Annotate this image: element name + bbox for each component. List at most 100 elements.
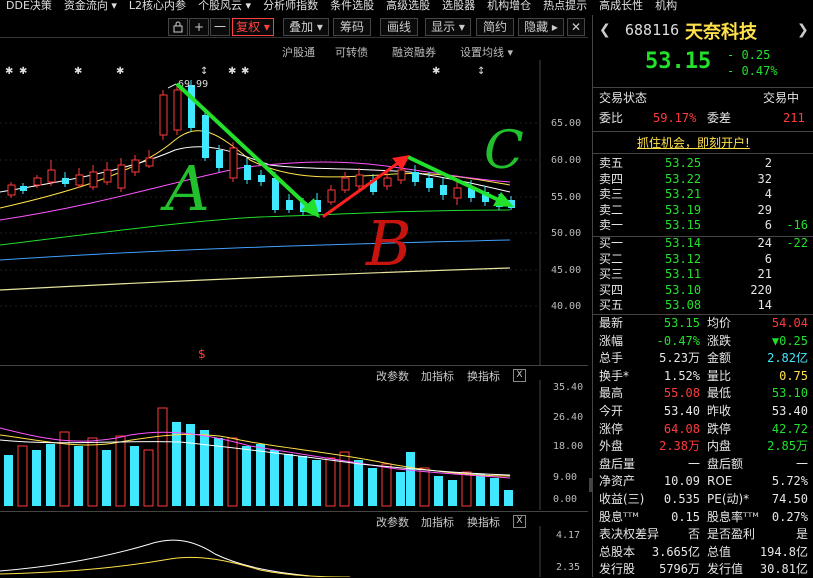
level-volume: 24 [757, 236, 772, 250]
candle-body [20, 186, 27, 191]
menu-item[interactable]: 高成长性 [593, 0, 649, 14]
hgt-link[interactable]: 沪股通 [282, 44, 315, 60]
draw-line-button[interactable]: 画线 [380, 18, 418, 36]
stat-row: 总股本 3.665亿 总值 194.8亿 [593, 544, 813, 561]
menu-item[interactable]: 选股器 [436, 0, 481, 14]
event-marker-icon: ↕ [477, 66, 485, 77]
candle-body [159, 94, 168, 136]
overlay-dropdown[interactable]: 叠加 ▾ [283, 18, 329, 36]
volume-chart[interactable]: 35.40 26.40 18.00 9.00 0.00 [0, 380, 588, 510]
promo-link[interactable]: 抓住机会，即刻开户! [637, 134, 750, 151]
stat-label: 涨跌 [707, 333, 732, 348]
bids-row[interactable]: 买一 53.14 24 -22 [593, 235, 813, 251]
stat-label: 换手* [599, 368, 630, 383]
menu-item[interactable]: 高级选股 [380, 0, 436, 14]
ind-y-tick: 4.17 [556, 530, 580, 541]
chips-button[interactable]: 筹码 [333, 18, 371, 36]
menu-item[interactable]: DDE决策 [0, 0, 58, 14]
stat-value: 55.08 [663, 386, 700, 401]
volume-bar [354, 460, 363, 506]
level-label: 买三 [599, 267, 624, 282]
simple-mode-button[interactable]: 简约 [476, 18, 514, 36]
close-icon[interactable]: ✕ [567, 18, 585, 36]
candle-body [426, 178, 433, 188]
candle-body [62, 178, 69, 184]
stat-label: 涨幅 [599, 333, 624, 348]
bids-row[interactable]: 买二 53.12 6 [593, 251, 813, 267]
y-tick: 50.00 [551, 228, 581, 239]
menu-item[interactable]: L2核心内参 [123, 0, 192, 14]
volume-bar [298, 456, 307, 506]
bids-row[interactable]: 买四 53.10 220 [593, 282, 813, 298]
indicator-chart[interactable]: 4.17 2.35 [0, 526, 588, 577]
bids-row[interactable]: 买五 53.08 14 [593, 297, 813, 313]
stat-label: 今开 [599, 404, 624, 418]
menu-item[interactable]: 分析师指数 [257, 0, 324, 14]
candle-body [244, 165, 251, 180]
volume-bar [143, 449, 154, 507]
stat-row: 最高 55.08 最低 53.10 [593, 385, 813, 402]
zoom-in-button[interactable]: + [189, 18, 209, 36]
prev-stock-icon[interactable]: ❮ [599, 22, 611, 38]
volume-bar [130, 446, 139, 506]
annotation-c: C [484, 121, 524, 181]
value: 交易中 [763, 91, 800, 105]
stat-value: 30.81亿 [759, 562, 808, 577]
next-stock-icon[interactable]: ❯ [797, 22, 809, 38]
asks-row[interactable]: 卖五 53.25 2 [593, 155, 813, 171]
menu-item[interactable]: 热点提示 [537, 0, 593, 14]
candle-body [453, 187, 462, 199]
chart-subbar: 沪股通 可转债 融资融券 设置均线 ▾ [0, 42, 588, 60]
lock-icon[interactable] [168, 18, 188, 36]
menu-item[interactable]: 个股风云 ▾ [192, 0, 257, 14]
stat-value: 0.15 [671, 509, 700, 524]
stat-value: 一 [687, 456, 700, 471]
label: 委比 [599, 111, 624, 125]
stat-label: 外盘 [599, 439, 624, 454]
zoom-out-button[interactable]: 一 [210, 18, 230, 36]
volume-bar [87, 437, 98, 507]
candlestick-chart[interactable]: ✱ ✱ ✱ ✱ ✱ ✱ ✱ ↕ ↕ 69.99 A B C 65.00 60.00 55… [0, 60, 588, 365]
stat-value: 194.8亿 [759, 544, 808, 559]
menu-item[interactable]: 资金流向 ▾ [58, 0, 123, 14]
label: 委差 [707, 111, 732, 125]
fuquan-dropdown[interactable]: 复权 ▾ [232, 18, 274, 36]
ma-setting-dropdown[interactable]: 设置均线 ▾ [460, 44, 513, 60]
stat-row: 涨停 64.08 跌停 42.72 [593, 421, 813, 438]
menu-item[interactable]: 机构增仓 [481, 0, 537, 14]
stat-row: 换手* 1.52% 量比 0.75 [593, 368, 813, 385]
stat-label: 收益(三) [599, 492, 645, 506]
display-dropdown[interactable]: 显示 ▾ [425, 18, 471, 36]
kzz-link[interactable]: 可转债 [335, 44, 368, 60]
stat-label: 盘后量 [599, 456, 636, 471]
rzrq-link[interactable]: 融资融券 [392, 44, 436, 60]
event-star-icon: ✱ [432, 66, 440, 77]
stat-label: 盘后额 [707, 456, 744, 471]
candle-body [89, 171, 98, 188]
volume-bar [242, 446, 251, 506]
stat-label: 总股本 [599, 544, 636, 559]
menu-item[interactable]: 机构 [649, 0, 683, 14]
volume-bar [490, 478, 499, 506]
menu-item[interactable]: 条件选股 [324, 0, 380, 14]
level-volume: 220 [750, 282, 772, 297]
hide-button[interactable]: 隐藏 ▸ [518, 18, 564, 36]
bids-row[interactable]: 买三 53.11 21 [593, 266, 813, 282]
volume-bar [32, 450, 41, 506]
asks-row[interactable]: 卖二 53.19 29 [593, 202, 813, 218]
vol-y-tick: 0.00 [553, 494, 577, 505]
asks-row[interactable]: 卖三 53.21 4 [593, 186, 813, 202]
level-label: 卖四 [599, 171, 624, 186]
level-price: 53.14 [665, 236, 702, 250]
asks-row[interactable]: 卖四 53.22 32 [593, 171, 813, 187]
level-price: 53.19 [665, 202, 702, 217]
stat-label: 发行股 [599, 562, 636, 577]
level-price: 53.12 [665, 251, 702, 266]
level-price: 53.15 [665, 218, 702, 233]
stat-label: 均价 [707, 316, 732, 330]
stat-row: 净资产 10.09 ROE 5.72% [593, 473, 813, 490]
level-price: 53.11 [665, 267, 702, 282]
asks-row[interactable]: 卖一 53.15 6 -16 [593, 217, 813, 233]
panel-collapse-handle[interactable] [589, 478, 593, 492]
stat-value: 2.38万 [659, 439, 700, 454]
